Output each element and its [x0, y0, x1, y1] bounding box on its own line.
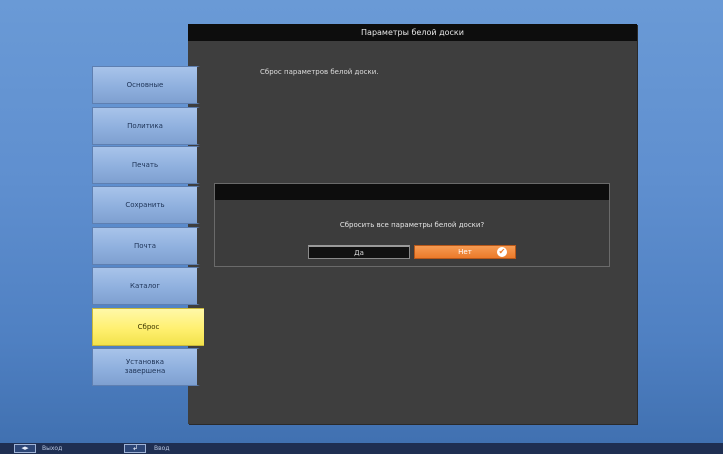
sidebar-item-label: Сброс — [137, 322, 160, 331]
help-bar: ◂▸ Выход ↲ Ввод — [0, 443, 723, 454]
sidebar-item-label: Почта — [133, 241, 157, 250]
sidebar-item-label: Политика — [127, 121, 163, 130]
no-button[interactable]: Нет ✔ — [414, 245, 516, 259]
enter-key-icon: ↲ — [124, 444, 146, 453]
sidebar-item-label: Основные — [126, 80, 164, 89]
sidebar-item-label: Сохранить — [125, 200, 165, 209]
yes-button[interactable]: Да — [308, 245, 410, 259]
dialog-question: Сбросить все параметры белой доски? — [339, 221, 485, 229]
exit-label: Выход — [42, 445, 63, 452]
sidebar-item-basic[interactable]: Основные — [92, 66, 200, 104]
projector-screen: Параметры белой доски Сброс параметров б… — [0, 0, 723, 454]
sidebar-item-label: Печать — [131, 160, 159, 169]
confirm-dialog: Сбросить все параметры белой доски? Да Н… — [214, 183, 610, 267]
sidebar-item-directory[interactable]: Каталог — [92, 267, 200, 305]
sidebar-item-save[interactable]: Сохранить — [92, 186, 200, 224]
check-circle-icon: ✔ — [497, 247, 507, 257]
sidebar-item-label: Установка завершена — [124, 358, 166, 375]
enter-label: Ввод — [154, 445, 170, 452]
no-button-label: Нет — [458, 248, 472, 256]
sidebar-item-setup-complete[interactable]: Установка завершена — [92, 348, 200, 386]
sidebar-item-mail[interactable]: Почта — [92, 227, 200, 265]
sidebar-item-reset[interactable]: Сброс — [92, 308, 204, 346]
dialog-titlebar — [215, 184, 609, 200]
sidebar-item-policy[interactable]: Политика — [92, 107, 200, 145]
reset-description: Сброс параметров белой доски. — [260, 68, 379, 76]
sidebar-item-label: Каталог — [129, 281, 161, 290]
arrow-keys-icon: ◂▸ — [14, 444, 36, 453]
panel-title: Параметры белой доски — [188, 24, 637, 41]
yes-button-label: Да — [354, 249, 364, 257]
sidebar-item-print[interactable]: Печать — [92, 146, 200, 184]
